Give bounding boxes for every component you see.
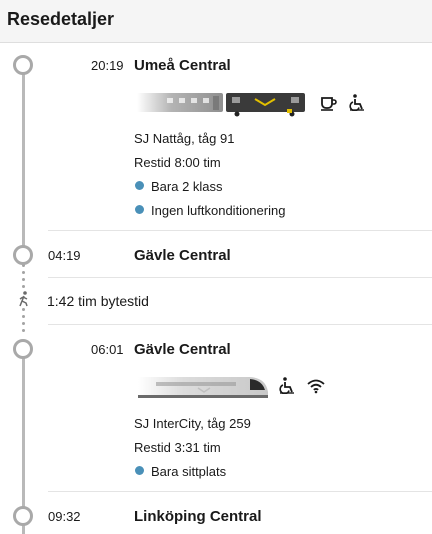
notice-bullet bbox=[135, 466, 144, 475]
wifi-icon bbox=[307, 379, 325, 394]
divider bbox=[48, 277, 432, 278]
divider bbox=[48, 491, 432, 492]
timeline-stop-marker bbox=[13, 245, 33, 265]
arrival-time: 04:19 bbox=[48, 248, 81, 263]
wheelchair-icon bbox=[349, 94, 364, 111]
train-name: SJ InterCity, tåg 259 bbox=[134, 416, 251, 431]
notice-text: Bara sittplats bbox=[151, 464, 227, 479]
notice-bullet bbox=[135, 205, 144, 214]
departure-station[interactable]: Gävle Central bbox=[134, 341, 231, 358]
timeline-line bbox=[22, 62, 25, 248]
train-name: SJ Nattåg, tåg 91 bbox=[134, 131, 235, 146]
walking-person-icon bbox=[19, 291, 28, 307]
timeline-stop-marker bbox=[13, 339, 33, 359]
travel-time: Restid 3:31 tim bbox=[134, 440, 221, 455]
departure-time: 06:01 bbox=[91, 342, 124, 357]
coffee-cup-icon bbox=[321, 97, 337, 111]
page-header: Resedetaljer bbox=[0, 0, 432, 43]
timeline-stop-marker bbox=[13, 506, 33, 526]
page-title: Resedetaljer bbox=[7, 9, 115, 29]
arrival-station[interactable]: Linköping Central bbox=[134, 508, 262, 525]
notice-bullet bbox=[135, 181, 144, 190]
intercity-train-image bbox=[138, 377, 268, 398]
notice-text: Bara 2 klass bbox=[151, 179, 223, 194]
departure-time: 20:19 bbox=[91, 58, 124, 73]
divider bbox=[48, 230, 432, 231]
wheelchair-icon bbox=[279, 377, 294, 394]
night-train-image bbox=[137, 93, 305, 117]
timeline-line bbox=[22, 346, 25, 508]
notice-text: Ingen luftkonditionering bbox=[151, 203, 286, 218]
timeline-stop-marker bbox=[13, 55, 33, 75]
travel-time: Restid 8:00 tim bbox=[134, 155, 221, 170]
departure-station[interactable]: Umeå Central bbox=[134, 57, 231, 74]
transfer-dotted-line bbox=[22, 264, 25, 292]
arrival-station[interactable]: Gävle Central bbox=[134, 247, 231, 264]
arrival-time: 09:32 bbox=[48, 509, 81, 524]
transfer-dotted-line bbox=[22, 308, 25, 336]
divider bbox=[48, 324, 432, 325]
transfer-time: 1:42 tim bytestid bbox=[47, 293, 149, 309]
